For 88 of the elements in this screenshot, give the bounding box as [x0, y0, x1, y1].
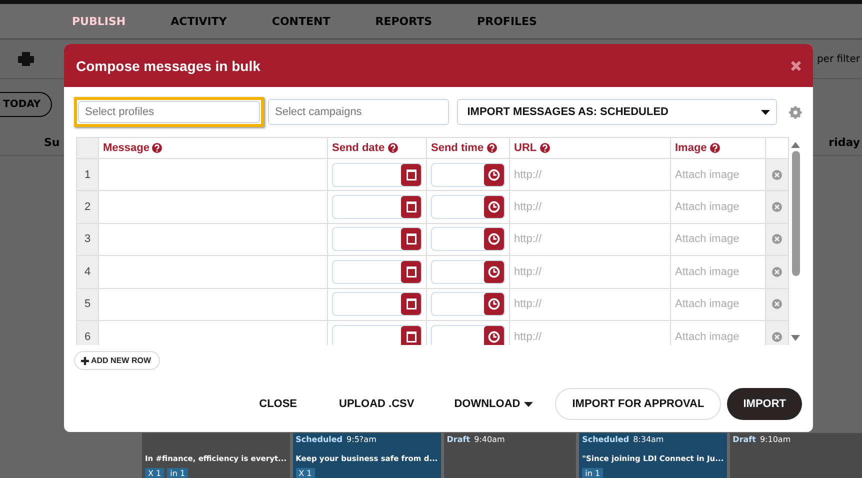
calendar-icon[interactable] [406, 168, 416, 181]
close-icon[interactable] [791, 60, 801, 70]
calendar-icon[interactable] [406, 298, 416, 310]
time-field[interactable] [431, 292, 505, 316]
row-number: 5 [77, 288, 99, 321]
help-icon[interactable] [540, 143, 550, 153]
date-field[interactable] [332, 292, 422, 316]
help-icon[interactable] [152, 143, 162, 153]
post-status: Scheduled [582, 435, 630, 444]
calendar-icon[interactable] [406, 330, 416, 343]
day-heading: riday [828, 136, 860, 148]
network-badge: X 1 [145, 468, 164, 478]
time-field[interactable] [431, 260, 505, 284]
column-header: Message [99, 138, 328, 159]
date-field[interactable] [332, 324, 422, 345]
plus-icon [81, 356, 89, 364]
help-icon[interactable] [388, 143, 398, 153]
message-cell[interactable] [99, 288, 328, 321]
nav-tab[interactable]: CONTENT [272, 14, 330, 28]
post-time: 9:40am [474, 435, 505, 444]
nav-tab[interactable]: PUBLISH [72, 14, 126, 28]
column-header: URL [510, 138, 671, 159]
row-number: 2 [77, 191, 99, 224]
import-type-dropdown[interactable]: IMPORT MESSAGES AS: SCHEDULED [457, 99, 778, 125]
time-field[interactable] [431, 227, 505, 252]
clock-icon[interactable] [488, 201, 500, 214]
profiles-field[interactable]: Select profiles [78, 101, 260, 123]
dialog-title: Compose messages in bulk [76, 58, 260, 74]
network-badge: X 1 [296, 468, 315, 478]
row-number: 1 [77, 159, 99, 192]
url-field[interactable]: http:// [510, 320, 671, 345]
caret-icon [524, 402, 534, 406]
post-time: 9:10am [760, 435, 791, 444]
post-status: Draft [446, 435, 470, 444]
message-cell[interactable] [99, 191, 328, 224]
row-number: 3 [77, 224, 99, 256]
nav-tab[interactable]: REPORTS [375, 14, 432, 28]
help-icon[interactable] [486, 143, 497, 153]
message-cell[interactable] [99, 224, 328, 256]
calendar-icon[interactable] [406, 201, 416, 214]
url-field[interactable]: http:// [510, 159, 671, 192]
time-field[interactable] [431, 195, 505, 220]
add-row-button[interactable]: ADD NEW ROW [74, 351, 160, 370]
post-time: 9:5?am [346, 435, 376, 444]
network-badge: in 1 [167, 468, 188, 478]
calendar-icon[interactable] [406, 233, 416, 246]
url-field[interactable]: http:// [510, 288, 671, 321]
column-header: Send time [427, 138, 510, 159]
clock-icon[interactable] [488, 298, 500, 310]
message-cell[interactable] [99, 256, 328, 289]
url-field[interactable]: http:// [510, 191, 671, 224]
time-field[interactable] [431, 324, 505, 345]
date-field[interactable] [332, 260, 422, 284]
post-status: Scheduled [296, 435, 343, 444]
nav-tab[interactable]: ACTIVITY [170, 14, 227, 28]
dialog-button[interactable]: IMPORT [727, 388, 802, 420]
help-icon[interactable] [710, 143, 720, 153]
row-number: 6 [77, 320, 99, 345]
date-field[interactable] [332, 162, 422, 187]
message-cell[interactable] [99, 159, 328, 192]
clock-icon[interactable] [488, 266, 500, 278]
day-heading: Su [44, 136, 60, 148]
nav-tab[interactable]: PROFILES [477, 14, 537, 28]
today-button[interactable]: TODAY [0, 92, 52, 116]
campaigns-field[interactable]: Select campaigns [268, 99, 450, 125]
clock-icon[interactable] [488, 330, 500, 343]
row-number: 4 [77, 256, 99, 289]
scroll-up-icon[interactable] [791, 142, 800, 148]
post-status: Draft [732, 435, 756, 444]
caret-icon [761, 110, 770, 114]
filter-field[interactable]: per filter [816, 54, 860, 64]
calendar-icon[interactable] [406, 266, 416, 278]
column-header: Send date [328, 138, 427, 159]
clock-icon[interactable] [488, 233, 500, 246]
network-badge: in 1 [582, 468, 604, 478]
post-card[interactable]: Draft 9:40am [444, 433, 576, 478]
time-field[interactable] [431, 162, 505, 187]
settings-icon[interactable] [789, 106, 802, 118]
scroll-down-icon[interactable] [791, 335, 800, 341]
url-field[interactable]: http:// [510, 256, 671, 289]
dialog-button[interactable]: IMPORT FOR APPROVAL [555, 388, 722, 420]
clock-icon[interactable] [488, 168, 500, 181]
post-time: 8:34am [633, 435, 664, 444]
url-field[interactable]: http:// [510, 224, 671, 256]
date-field[interactable] [332, 227, 422, 252]
column-header: Image [671, 138, 766, 159]
date-field[interactable] [332, 195, 422, 220]
post-card[interactable]: Draft 9:10am [730, 433, 862, 478]
